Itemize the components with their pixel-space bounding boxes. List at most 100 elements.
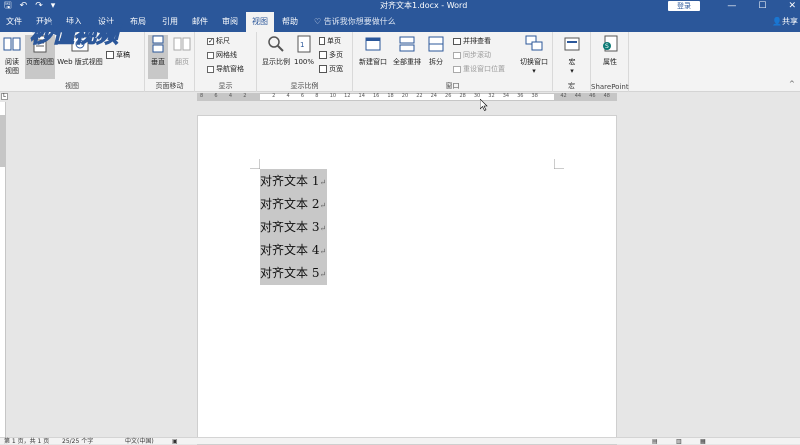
show-group: 标尺 网格线 导航窗格 显示: [195, 32, 257, 92]
doc-line-3[interactable]: 对齐文本 3↵: [260, 216, 326, 239]
tab-selector-icon[interactable]: L: [1, 93, 8, 100]
doc-line-3-text: 对齐文本 3: [260, 220, 320, 234]
undo-icon[interactable]: ↶: [20, 1, 28, 11]
minimize-button[interactable]: —: [727, 0, 736, 12]
multiple-pages-label: 多页: [329, 51, 343, 59]
view-side-by-side-button[interactable]: 并排查看: [453, 36, 491, 46]
zoom-label: 显示比例: [262, 58, 290, 66]
zoom-button[interactable]: 显示比例: [261, 35, 291, 67]
close-button[interactable]: ✕: [788, 0, 796, 12]
new-window-button[interactable]: 新建窗口: [357, 35, 389, 67]
ruler-checkbox[interactable]: 标尺: [207, 36, 230, 46]
multiple-pages-button[interactable]: 多页: [319, 50, 343, 60]
mouse-cursor-icon: [480, 99, 488, 111]
draft-label: 草稿: [116, 51, 130, 59]
share-button[interactable]: 👤共享: [772, 12, 798, 32]
customize-qat-icon[interactable]: ▾: [51, 1, 56, 11]
side-by-side-icon: [173, 37, 191, 51]
doc-line-4[interactable]: 对齐文本 4↵: [260, 239, 326, 262]
new-window-label: 新建窗口: [359, 58, 387, 66]
book-icon: [3, 37, 21, 51]
doc-line-2[interactable]: 对齐文本 2↵: [260, 193, 326, 216]
paragraph-mark: ↵: [319, 178, 327, 187]
tab-references[interactable]: 引用: [158, 12, 182, 32]
doc-line-4-text: 对齐文本 4: [260, 243, 320, 257]
gridlines-checkbox-box[interactable]: [207, 51, 214, 59]
login-button[interactable]: 登录: [668, 1, 700, 11]
ruler-tick-label: 6: [214, 93, 218, 99]
properties-button[interactable]: S 属性: [600, 35, 620, 67]
macros-chevron-icon: ▾: [570, 67, 574, 75]
watermark-text: 秒懂视频: [30, 23, 122, 48]
read-mode-button[interactable]: 阅读 视图: [2, 35, 22, 76]
tab-view[interactable]: 视图: [246, 12, 274, 32]
lightbulb-icon: ♡: [314, 17, 324, 26]
macros-button[interactable]: 宏 ▾: [562, 35, 582, 76]
tab-review[interactable]: 审阅: [218, 12, 242, 32]
margin-corner-top-right: [554, 159, 564, 169]
ruler-label: 标尺: [216, 37, 230, 45]
ruler-tick-label: 4: [286, 93, 290, 99]
ruler-tick-label: 10: [329, 93, 337, 99]
ruler-tick-label: 38: [531, 93, 538, 99]
side-by-side-button[interactable]: 翻页: [172, 35, 192, 67]
ruler-row: L 8 6 4 2 2 4 6 8 10 12 14 16 18 20 22 24 26 28 30 32 34 36 38…: [0, 92, 800, 102]
ruler-tick-label: 22: [416, 93, 423, 99]
ruler-tick-label: 26: [445, 93, 452, 99]
view-side-by-side-label: 并排查看: [463, 37, 491, 45]
redo-icon[interactable]: ↷: [35, 1, 43, 11]
paragraph-mark: ↵: [319, 201, 327, 210]
nav-pane-checkbox-box[interactable]: [207, 65, 214, 73]
tab-mailings[interactable]: 邮件: [188, 12, 212, 32]
gridlines-checkbox[interactable]: 网格线: [207, 50, 237, 60]
reset-position-button[interactable]: 重设窗口位置: [453, 64, 505, 74]
page-width-label: 页宽: [329, 65, 343, 73]
draft-button[interactable]: 草稿: [106, 50, 130, 60]
ruler-tick-label: 2: [243, 93, 247, 99]
read-mode-label: 阅读 视图: [5, 58, 19, 75]
arrange-all-label: 全部重排: [393, 58, 421, 66]
one-page-label: 单页: [327, 37, 341, 45]
switch-windows-button[interactable]: 切换窗口 ▾: [517, 35, 551, 76]
paragraph-mark: ↵: [319, 224, 327, 233]
vruler-top-margin: [0, 115, 5, 167]
horizontal-ruler[interactable]: 8 6 4 2 2 4 6 8 10 12 14 16 18 20 22 24 26 28 30 32 34 36 38 42…: [197, 93, 617, 101]
svg-text:S: S: [605, 43, 609, 50]
doc-line-1[interactable]: 对齐文本 1↵: [260, 170, 326, 193]
sharepoint-group-label: SharePoint: [591, 83, 629, 91]
tell-me-text: 告诉我你想要做什么: [323, 17, 396, 26]
sync-scroll-label: 同步滚动: [463, 51, 491, 59]
ruler-tick-label: 24: [430, 93, 437, 99]
ruler-tick-label: 8: [200, 93, 204, 99]
split-button[interactable]: 拆分: [425, 35, 447, 67]
one-page-button[interactable]: 单页: [319, 36, 341, 46]
doc-line-2-text: 对齐文本 2: [260, 197, 320, 211]
ruler-tick-label: 34: [502, 93, 510, 99]
arrange-all-button[interactable]: 全部重排: [391, 35, 423, 67]
views-group-label: 视图: [65, 82, 79, 90]
macros-label: 宏: [568, 58, 576, 66]
ruler-tick-label: 14: [358, 93, 365, 99]
multiple-pages-icon: [319, 51, 327, 59]
tab-help[interactable]: 帮助: [278, 12, 302, 32]
collapse-ribbon-icon[interactable]: ^: [789, 80, 795, 88]
sync-scroll-button[interactable]: 同步滚动: [453, 50, 491, 60]
ruler-tick-label: 28: [459, 93, 466, 99]
doc-line-5[interactable]: 对齐文本 5↵: [260, 262, 326, 285]
zoom-100-button[interactable]: 1 100%: [294, 35, 314, 67]
ruler-checkbox-box[interactable]: [207, 36, 214, 46]
window-group-label: 窗口: [445, 82, 460, 90]
tell-me-box[interactable]: ♡ 告诉我你想要做什么: [314, 12, 396, 32]
vertical-ruler[interactable]: [0, 102, 6, 438]
properties-label: 属性: [603, 58, 617, 66]
magnifier-icon: [268, 36, 284, 52]
page-width-button[interactable]: 页宽: [319, 64, 343, 74]
maximize-button[interactable]: ☐: [758, 0, 766, 12]
nav-pane-checkbox[interactable]: 导航窗格: [207, 64, 244, 74]
document-page[interactable]: 对齐文本 1↵ 对齐文本 2↵ 对齐文本 3↵ 对齐文本 4↵ 对齐文本 5↵: [197, 115, 617, 445]
web-layout-label: Web 版式视图: [57, 58, 103, 66]
tab-file[interactable]: 文件: [4, 12, 24, 32]
zoom-group: 显示比例 1 100% 单页 多页 页宽 显示比例: [257, 32, 353, 92]
paragraph-mark: ↵: [319, 270, 327, 279]
side-by-side-label: 翻页: [175, 58, 189, 66]
